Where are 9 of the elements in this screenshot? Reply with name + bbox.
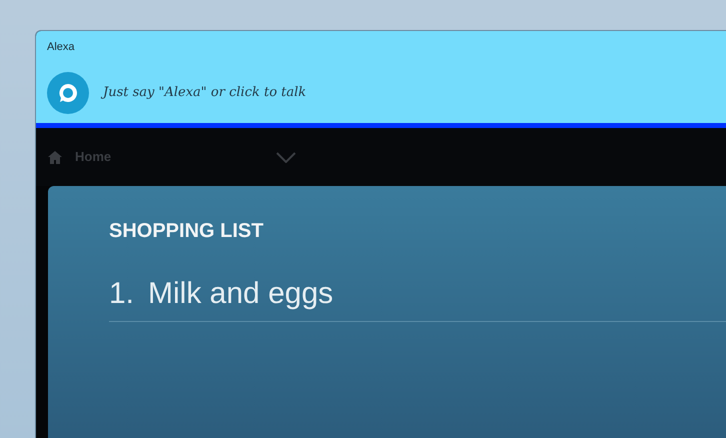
- speech-bubble-icon: [57, 82, 79, 104]
- alexa-button[interactable]: [47, 72, 89, 114]
- item-number: 1.: [109, 276, 134, 312]
- voice-prompt[interactable]: Just say "Alexa" or click to talk: [103, 83, 306, 103]
- window-title: Alexa: [47, 40, 75, 55]
- card-title: SHOPPING LIST: [109, 219, 264, 244]
- list-item-text: Milk and eggs: [148, 276, 334, 312]
- chevron-down-icon[interactable]: [276, 152, 296, 162]
- home-icon: [48, 150, 62, 164]
